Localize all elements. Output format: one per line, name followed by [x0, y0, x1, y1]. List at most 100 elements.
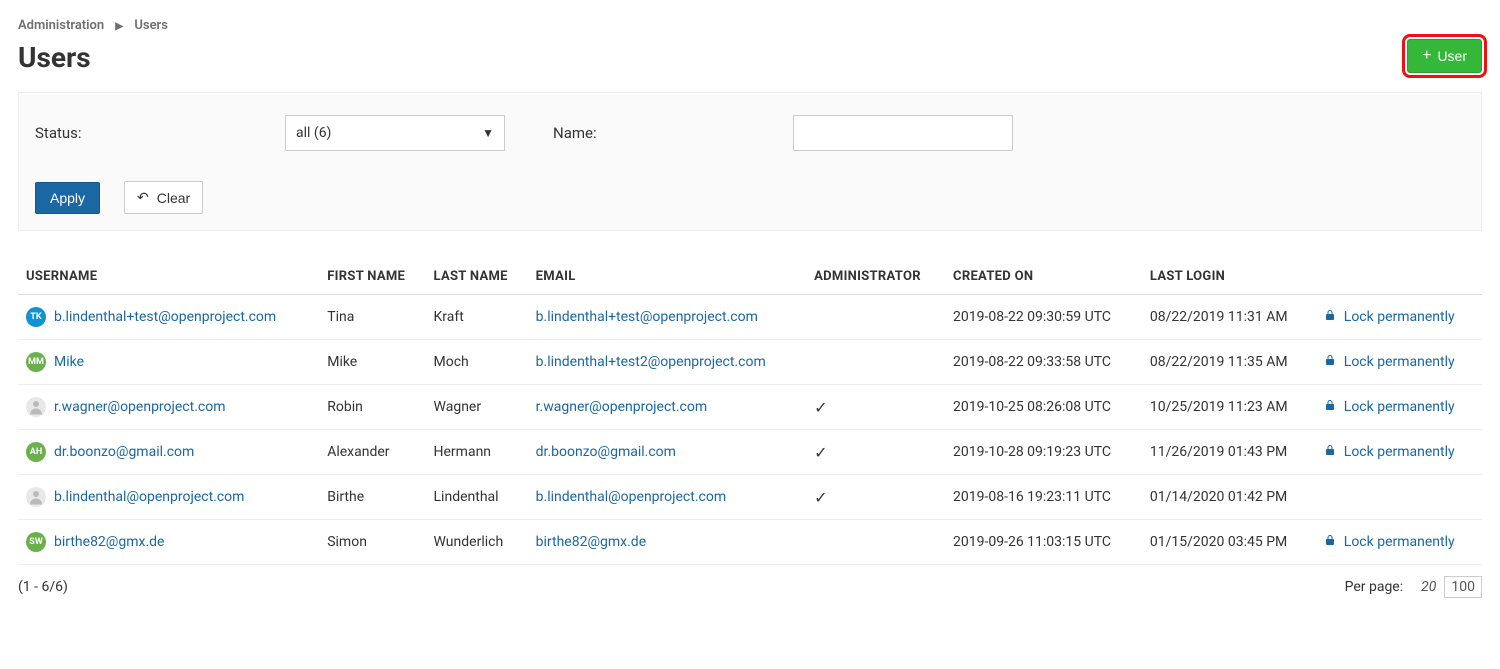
email-link[interactable]: r.wagner@openproject.com	[536, 399, 707, 415]
table-row: AHdr.boonzo@gmail.comAlexanderHermanndr.…	[18, 430, 1482, 475]
created-on-cell: 2019-10-28 09:19:23 UTC	[945, 430, 1142, 475]
username-link[interactable]: Mike	[54, 354, 84, 370]
username-link[interactable]: dr.boonzo@gmail.com	[54, 444, 194, 460]
lock-icon	[1324, 353, 1336, 371]
clear-button[interactable]: ↶ Clear	[124, 181, 203, 214]
filter-panel: Status: all (6) ▼ Name: Apply ↶ Clear	[18, 92, 1482, 231]
plus-icon: +	[1422, 48, 1431, 64]
col-actions	[1316, 259, 1482, 295]
lock-cell: Lock permanently	[1316, 385, 1482, 430]
name-input[interactable]	[793, 115, 1013, 151]
lock-cell: Lock permanently	[1316, 295, 1482, 340]
status-label: Status:	[35, 124, 95, 142]
username-link[interactable]: b.lindenthal@openproject.com	[54, 489, 244, 505]
clear-label: Clear	[157, 190, 190, 206]
lock-icon	[1324, 308, 1336, 326]
chevron-right-icon: ▶	[115, 21, 123, 32]
username-link[interactable]: birthe82@gmx.de	[54, 534, 164, 550]
lock-permanently-link[interactable]: Lock permanently	[1324, 398, 1474, 416]
lock-permanently-link[interactable]: Lock permanently	[1324, 443, 1474, 461]
lock-icon	[1324, 443, 1336, 461]
col-last-name[interactable]: LAST NAME	[426, 259, 528, 295]
lock-icon	[1324, 533, 1336, 551]
email-link[interactable]: b.lindenthal+test2@openproject.com	[536, 354, 766, 370]
lock-cell: Lock permanently	[1316, 430, 1482, 475]
col-created-on[interactable]: CREATED ON	[945, 259, 1142, 295]
last-name-cell: Kraft	[426, 295, 528, 340]
chevron-down-icon: ▼	[482, 126, 494, 140]
last-name-cell: Wagner	[426, 385, 528, 430]
add-user-label: User	[1437, 48, 1467, 64]
email-link[interactable]: b.lindenthal+test@openproject.com	[536, 309, 758, 325]
lock-permanently-link[interactable]: Lock permanently	[1324, 308, 1474, 326]
admin-cell	[806, 340, 945, 385]
col-username[interactable]: USERNAME	[18, 259, 319, 295]
col-first-name[interactable]: FIRST NAME	[319, 259, 425, 295]
last-login-cell: 08/22/2019 11:31 AM	[1142, 295, 1316, 340]
created-on-cell: 2019-09-26 11:03:15 UTC	[945, 520, 1142, 565]
lock-permanently-link[interactable]: Lock permanently	[1324, 353, 1474, 371]
apply-button[interactable]: Apply	[35, 182, 100, 214]
per-page-option[interactable]: 100	[1444, 576, 1482, 598]
last-login-cell: 08/22/2019 11:35 AM	[1142, 340, 1316, 385]
last-login-cell: 10/25/2019 11:23 AM	[1142, 385, 1316, 430]
username-link[interactable]: r.wagner@openproject.com	[54, 399, 225, 415]
admin-cell	[806, 520, 945, 565]
breadcrumb-current: Users	[134, 18, 168, 33]
last-login-cell: 01/15/2020 03:45 PM	[1142, 520, 1316, 565]
last-name-cell: Moch	[426, 340, 528, 385]
col-email[interactable]: EMAIL	[528, 259, 806, 295]
admin-cell	[806, 295, 945, 340]
table-row: TK b.lindenthal+test@openproject.com TinaK…	[18, 295, 1482, 340]
per-page: Per page: 20100	[1345, 579, 1482, 595]
created-on-cell: 2019-08-16 19:23:11 UTC	[945, 475, 1142, 520]
admin-cell: ✓	[806, 475, 945, 520]
lock-label: Lock permanently	[1344, 444, 1455, 460]
email-link[interactable]: dr.boonzo@gmail.com	[536, 444, 676, 460]
last-login-cell: 01/14/2020 01:42 PM	[1142, 475, 1316, 520]
page-title: Users	[18, 41, 91, 74]
avatar: SW	[26, 532, 46, 552]
lock-label: Lock permanently	[1344, 354, 1455, 370]
avatar: AH	[26, 442, 46, 462]
table-row: b.lindenthal@openproject.com BirtheLinden…	[18, 475, 1482, 520]
table-header-row: USERNAME FIRST NAME LAST NAME EMAIL ADMI…	[18, 259, 1482, 295]
table-row: SWbirthe82@gmx.deSimonWunderlichbirthe82…	[18, 520, 1482, 565]
users-table: USERNAME FIRST NAME LAST NAME EMAIL ADMI…	[18, 259, 1482, 565]
admin-cell: ✓	[806, 385, 945, 430]
check-icon: ✓	[814, 398, 827, 417]
lock-cell	[1316, 475, 1482, 520]
email-link[interactable]: birthe82@gmx.de	[536, 534, 646, 550]
lock-label: Lock permanently	[1344, 399, 1455, 415]
created-on-cell: 2019-08-22 09:30:59 UTC	[945, 295, 1142, 340]
first-name-cell: Robin	[319, 385, 425, 430]
table-row: r.wagner@openproject.com RobinWagner r.wag…	[18, 385, 1482, 430]
col-last-login[interactable]: LAST LOGIN	[1142, 259, 1316, 295]
created-on-cell: 2019-08-22 09:33:58 UTC	[945, 340, 1142, 385]
last-login-cell: 11/26/2019 01:43 PM	[1142, 430, 1316, 475]
email-link[interactable]: b.lindenthal@openproject.com	[536, 489, 726, 505]
lock-cell: Lock permanently	[1316, 520, 1482, 565]
per-page-option[interactable]: 20	[1421, 579, 1436, 595]
last-name-cell: Lindenthal	[426, 475, 528, 520]
lock-label: Lock permanently	[1344, 534, 1455, 550]
avatar: MM	[26, 352, 46, 372]
undo-icon: ↶	[137, 189, 149, 206]
first-name-cell: Tina	[319, 295, 425, 340]
breadcrumb-root[interactable]: Administration	[18, 18, 104, 33]
last-name-cell: Hermann	[426, 430, 528, 475]
col-administrator[interactable]: ADMINISTRATOR	[806, 259, 945, 295]
created-on-cell: 2019-10-25 08:26:08 UTC	[945, 385, 1142, 430]
first-name-cell: Simon	[319, 520, 425, 565]
username-link[interactable]: b.lindenthal+test@openproject.com	[54, 309, 276, 325]
avatar: TK	[26, 307, 46, 327]
lock-label: Lock permanently	[1344, 309, 1455, 325]
pagination-range: (1 - 6/6)	[18, 579, 68, 595]
avatar	[26, 397, 46, 417]
lock-permanently-link[interactable]: Lock permanently	[1324, 533, 1474, 551]
breadcrumb: Administration ▶ Users	[18, 18, 1482, 33]
status-select[interactable]: all (6) ▼	[285, 115, 505, 151]
first-name-cell: Birthe	[319, 475, 425, 520]
add-user-button[interactable]: + User	[1407, 39, 1482, 73]
name-label: Name:	[553, 124, 613, 142]
